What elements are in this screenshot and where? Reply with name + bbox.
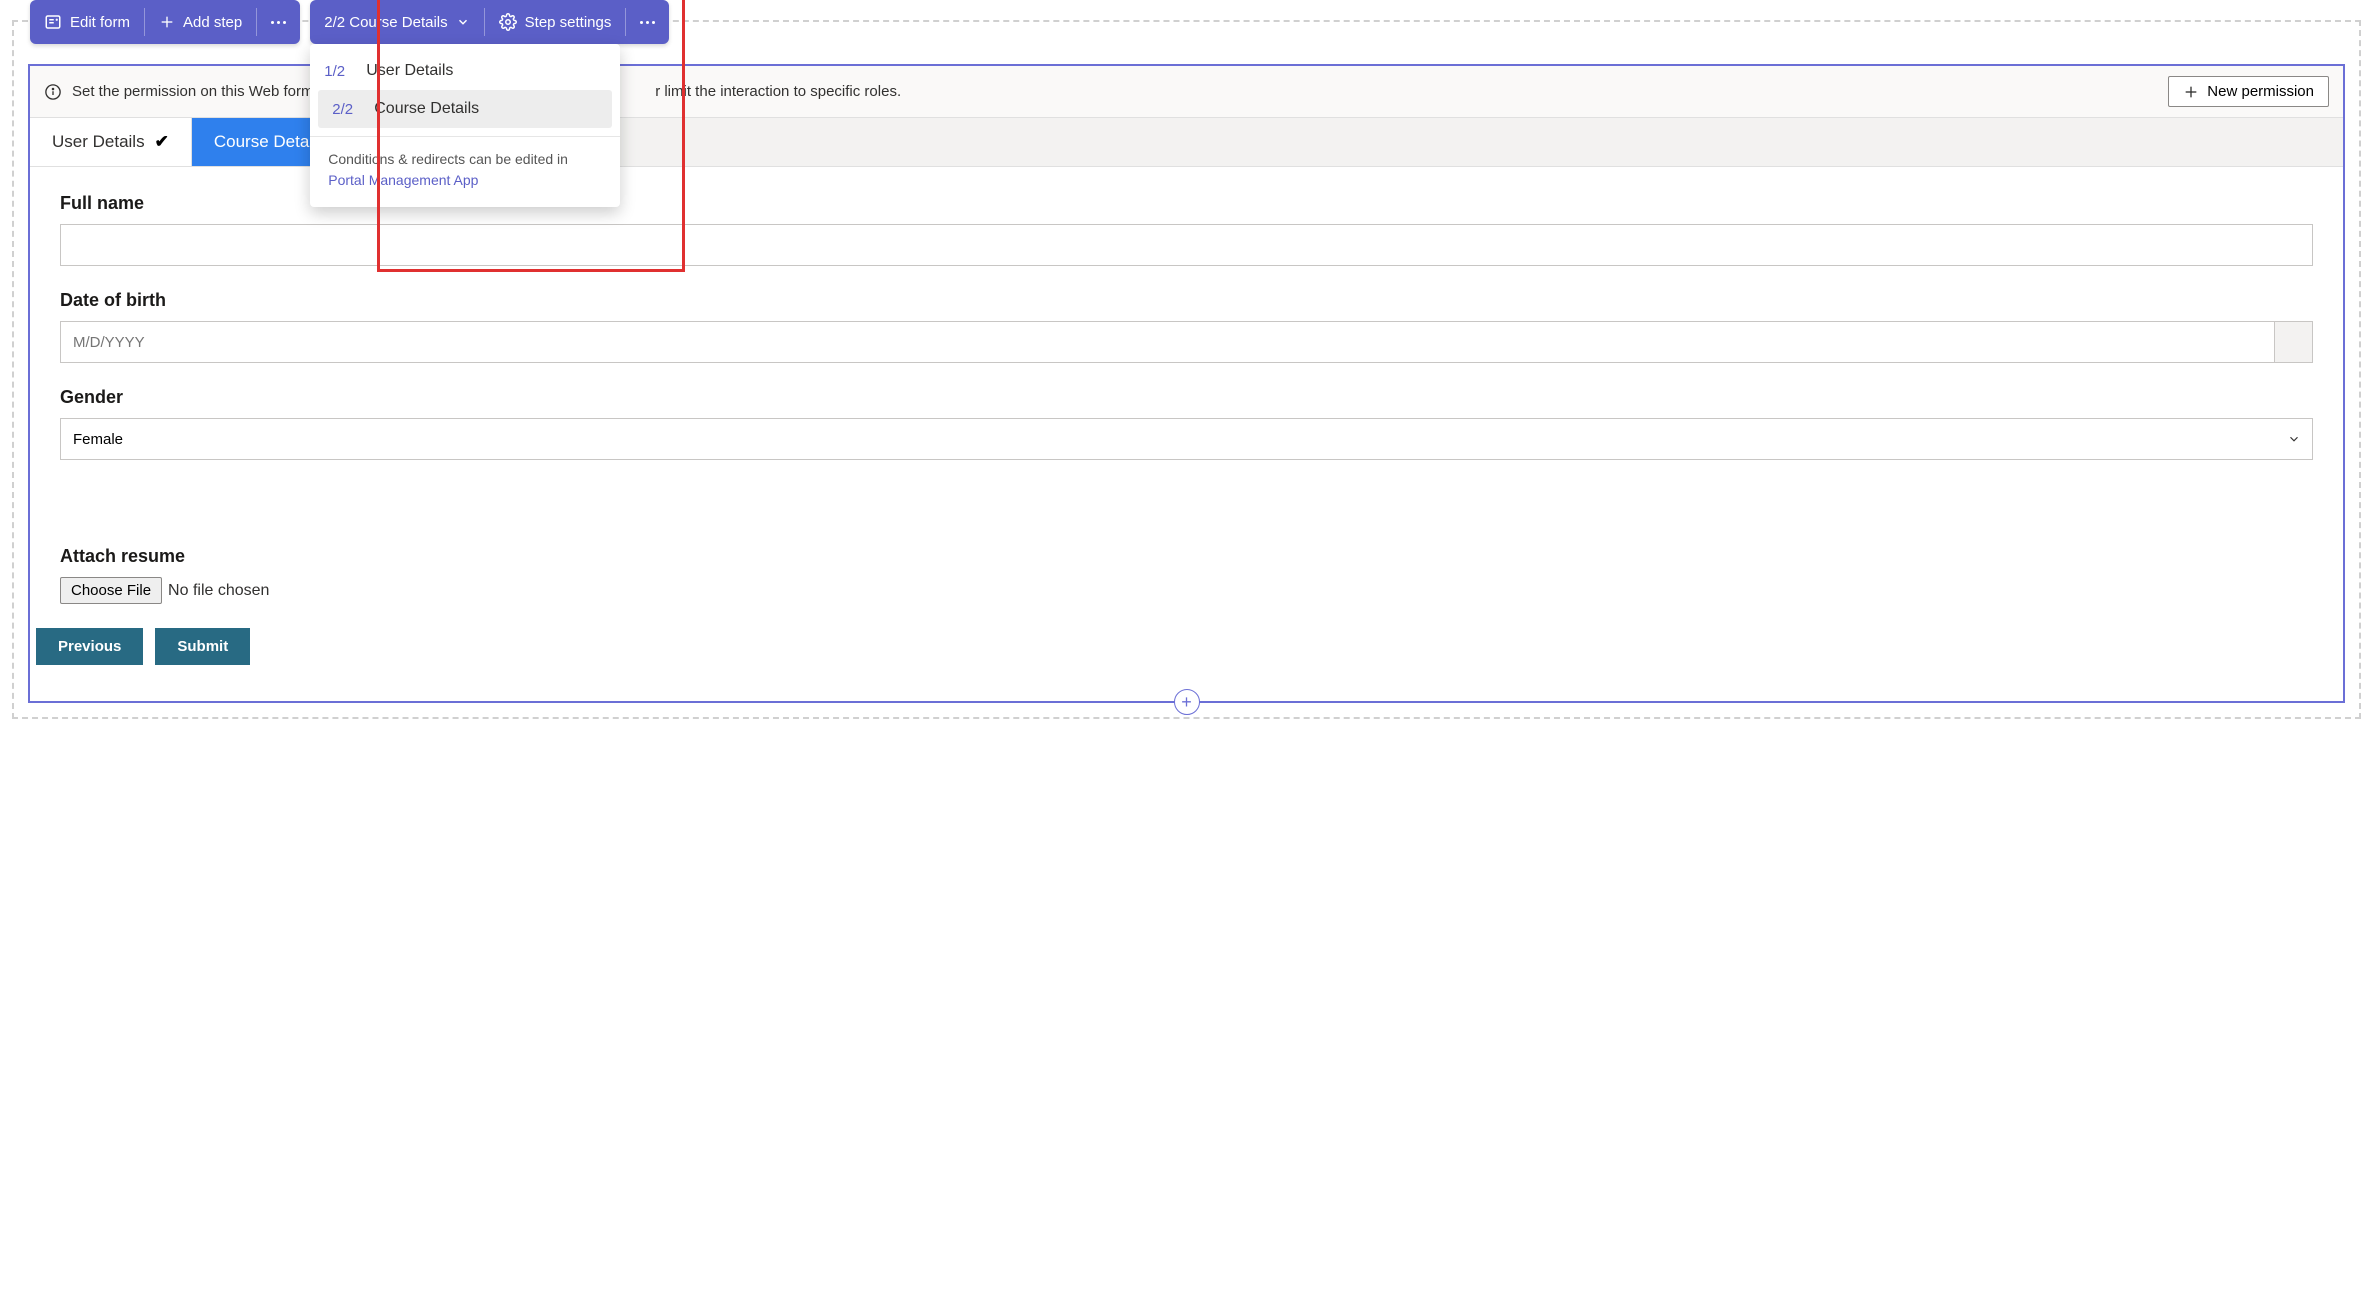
new-permission-button[interactable]: New permission bbox=[2168, 76, 2329, 107]
step-selector-label: 2/2 Course Details bbox=[324, 14, 447, 31]
toolbar-steps-wrap: 2/2 Course Details Step settings bbox=[310, 0, 669, 44]
plus-icon bbox=[2183, 84, 2199, 100]
gear-icon bbox=[499, 13, 517, 31]
ellipsis-icon bbox=[271, 21, 286, 24]
add-step-button[interactable]: Add step bbox=[145, 0, 256, 44]
info-icon bbox=[44, 83, 62, 101]
previous-button[interactable]: Previous bbox=[36, 628, 143, 665]
toolbars: Edit form Add step 2/2 Course Details bbox=[30, 0, 669, 44]
step-selector-button[interactable]: 2/2 Course Details bbox=[310, 0, 483, 44]
gender-select[interactable] bbox=[60, 418, 2313, 460]
dropdown-item-user-details[interactable]: 1/2 User Details bbox=[310, 52, 620, 90]
step-settings-label: Step settings bbox=[525, 14, 612, 31]
file-status: No file chosen bbox=[168, 582, 269, 600]
dob-input[interactable] bbox=[60, 321, 2275, 363]
new-permission-label: New permission bbox=[2207, 83, 2314, 100]
tab-label: Course Details bbox=[214, 132, 326, 152]
plus-icon: + bbox=[1181, 692, 1192, 713]
gender-label: Gender bbox=[60, 387, 2313, 408]
dropdown-footer-text: Conditions & redirects can be edited in bbox=[328, 151, 568, 167]
dob-label: Date of birth bbox=[60, 290, 2313, 311]
step-settings-button[interactable]: Step settings bbox=[485, 0, 626, 44]
tab-label: User Details bbox=[52, 132, 145, 152]
toolbar-primary: Edit form Add step bbox=[30, 0, 300, 44]
step-fraction: 2/2 bbox=[332, 101, 360, 118]
step-dropdown: 1/2 User Details 2/2 Course Details Cond… bbox=[310, 44, 620, 207]
field-gender: Gender bbox=[60, 387, 2313, 460]
add-section-handle[interactable]: + bbox=[1174, 689, 1200, 715]
field-resume: Attach resume Choose File No file chosen bbox=[60, 546, 2313, 604]
edit-form-button[interactable]: Edit form bbox=[30, 0, 144, 44]
form-icon bbox=[44, 13, 62, 31]
ellipsis-icon bbox=[640, 21, 655, 24]
add-step-label: Add step bbox=[183, 14, 242, 31]
canvas-outer: Edit form Add step 2/2 Course Details bbox=[12, 20, 2361, 719]
more-button[interactable] bbox=[257, 0, 300, 44]
form-body: Full name Date of birth Gender bbox=[30, 167, 2343, 701]
dropdown-footer: Conditions & redirects can be edited in … bbox=[310, 137, 620, 207]
step-more-button[interactable] bbox=[626, 0, 669, 44]
chevron-down-icon bbox=[456, 15, 470, 29]
step-fraction: 1/2 bbox=[324, 63, 352, 80]
step-name-label: User Details bbox=[366, 62, 453, 80]
choose-file-button[interactable]: Choose File bbox=[60, 577, 162, 604]
step-name-label: Course Details bbox=[374, 100, 479, 118]
toolbar-steps: 2/2 Course Details Step settings bbox=[310, 0, 669, 44]
date-picker-button[interactable] bbox=[2275, 321, 2313, 363]
field-dob: Date of birth bbox=[60, 290, 2313, 363]
resume-label: Attach resume bbox=[60, 546, 2313, 567]
submit-button[interactable]: Submit bbox=[155, 628, 250, 665]
portal-management-link[interactable]: Portal Management App bbox=[328, 172, 478, 188]
dropdown-item-course-details[interactable]: 2/2 Course Details bbox=[318, 90, 612, 128]
full-name-input[interactable] bbox=[60, 224, 2313, 266]
check-icon: ✔ bbox=[155, 132, 169, 152]
edit-form-label: Edit form bbox=[70, 14, 130, 31]
form-footer: Previous Submit bbox=[36, 628, 2313, 681]
plus-icon bbox=[159, 14, 175, 30]
tab-user-details[interactable]: User Details ✔ bbox=[30, 118, 192, 166]
